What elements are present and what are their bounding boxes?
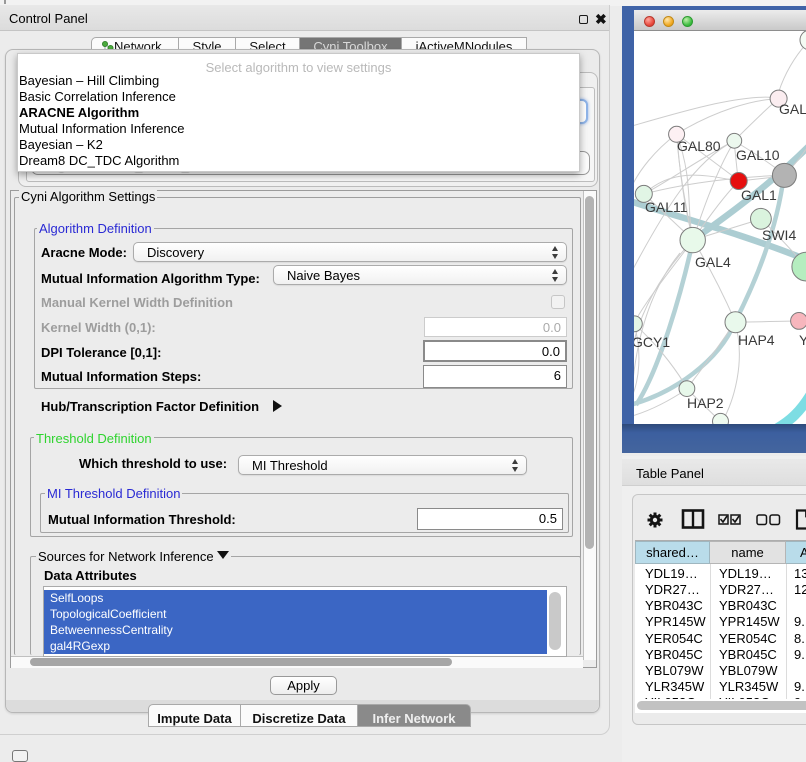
svg-text:GAL80: GAL80: [677, 138, 721, 154]
svg-text:GAL10: GAL10: [736, 147, 780, 163]
svg-text:HAP4: HAP4: [738, 332, 775, 348]
svg-text:GCY1: GCY1: [634, 334, 670, 350]
svg-text:GAL4: GAL4: [695, 254, 731, 270]
svg-text:GAL2: GAL2: [779, 101, 806, 117]
svg-text:GAL11: GAL11: [645, 199, 688, 215]
svg-text:HAP2: HAP2: [687, 395, 724, 411]
svg-text:SWI4: SWI4: [762, 227, 796, 243]
svg-text:YPL: YPL: [799, 332, 806, 348]
svg-text:GAL1: GAL1: [741, 187, 777, 203]
